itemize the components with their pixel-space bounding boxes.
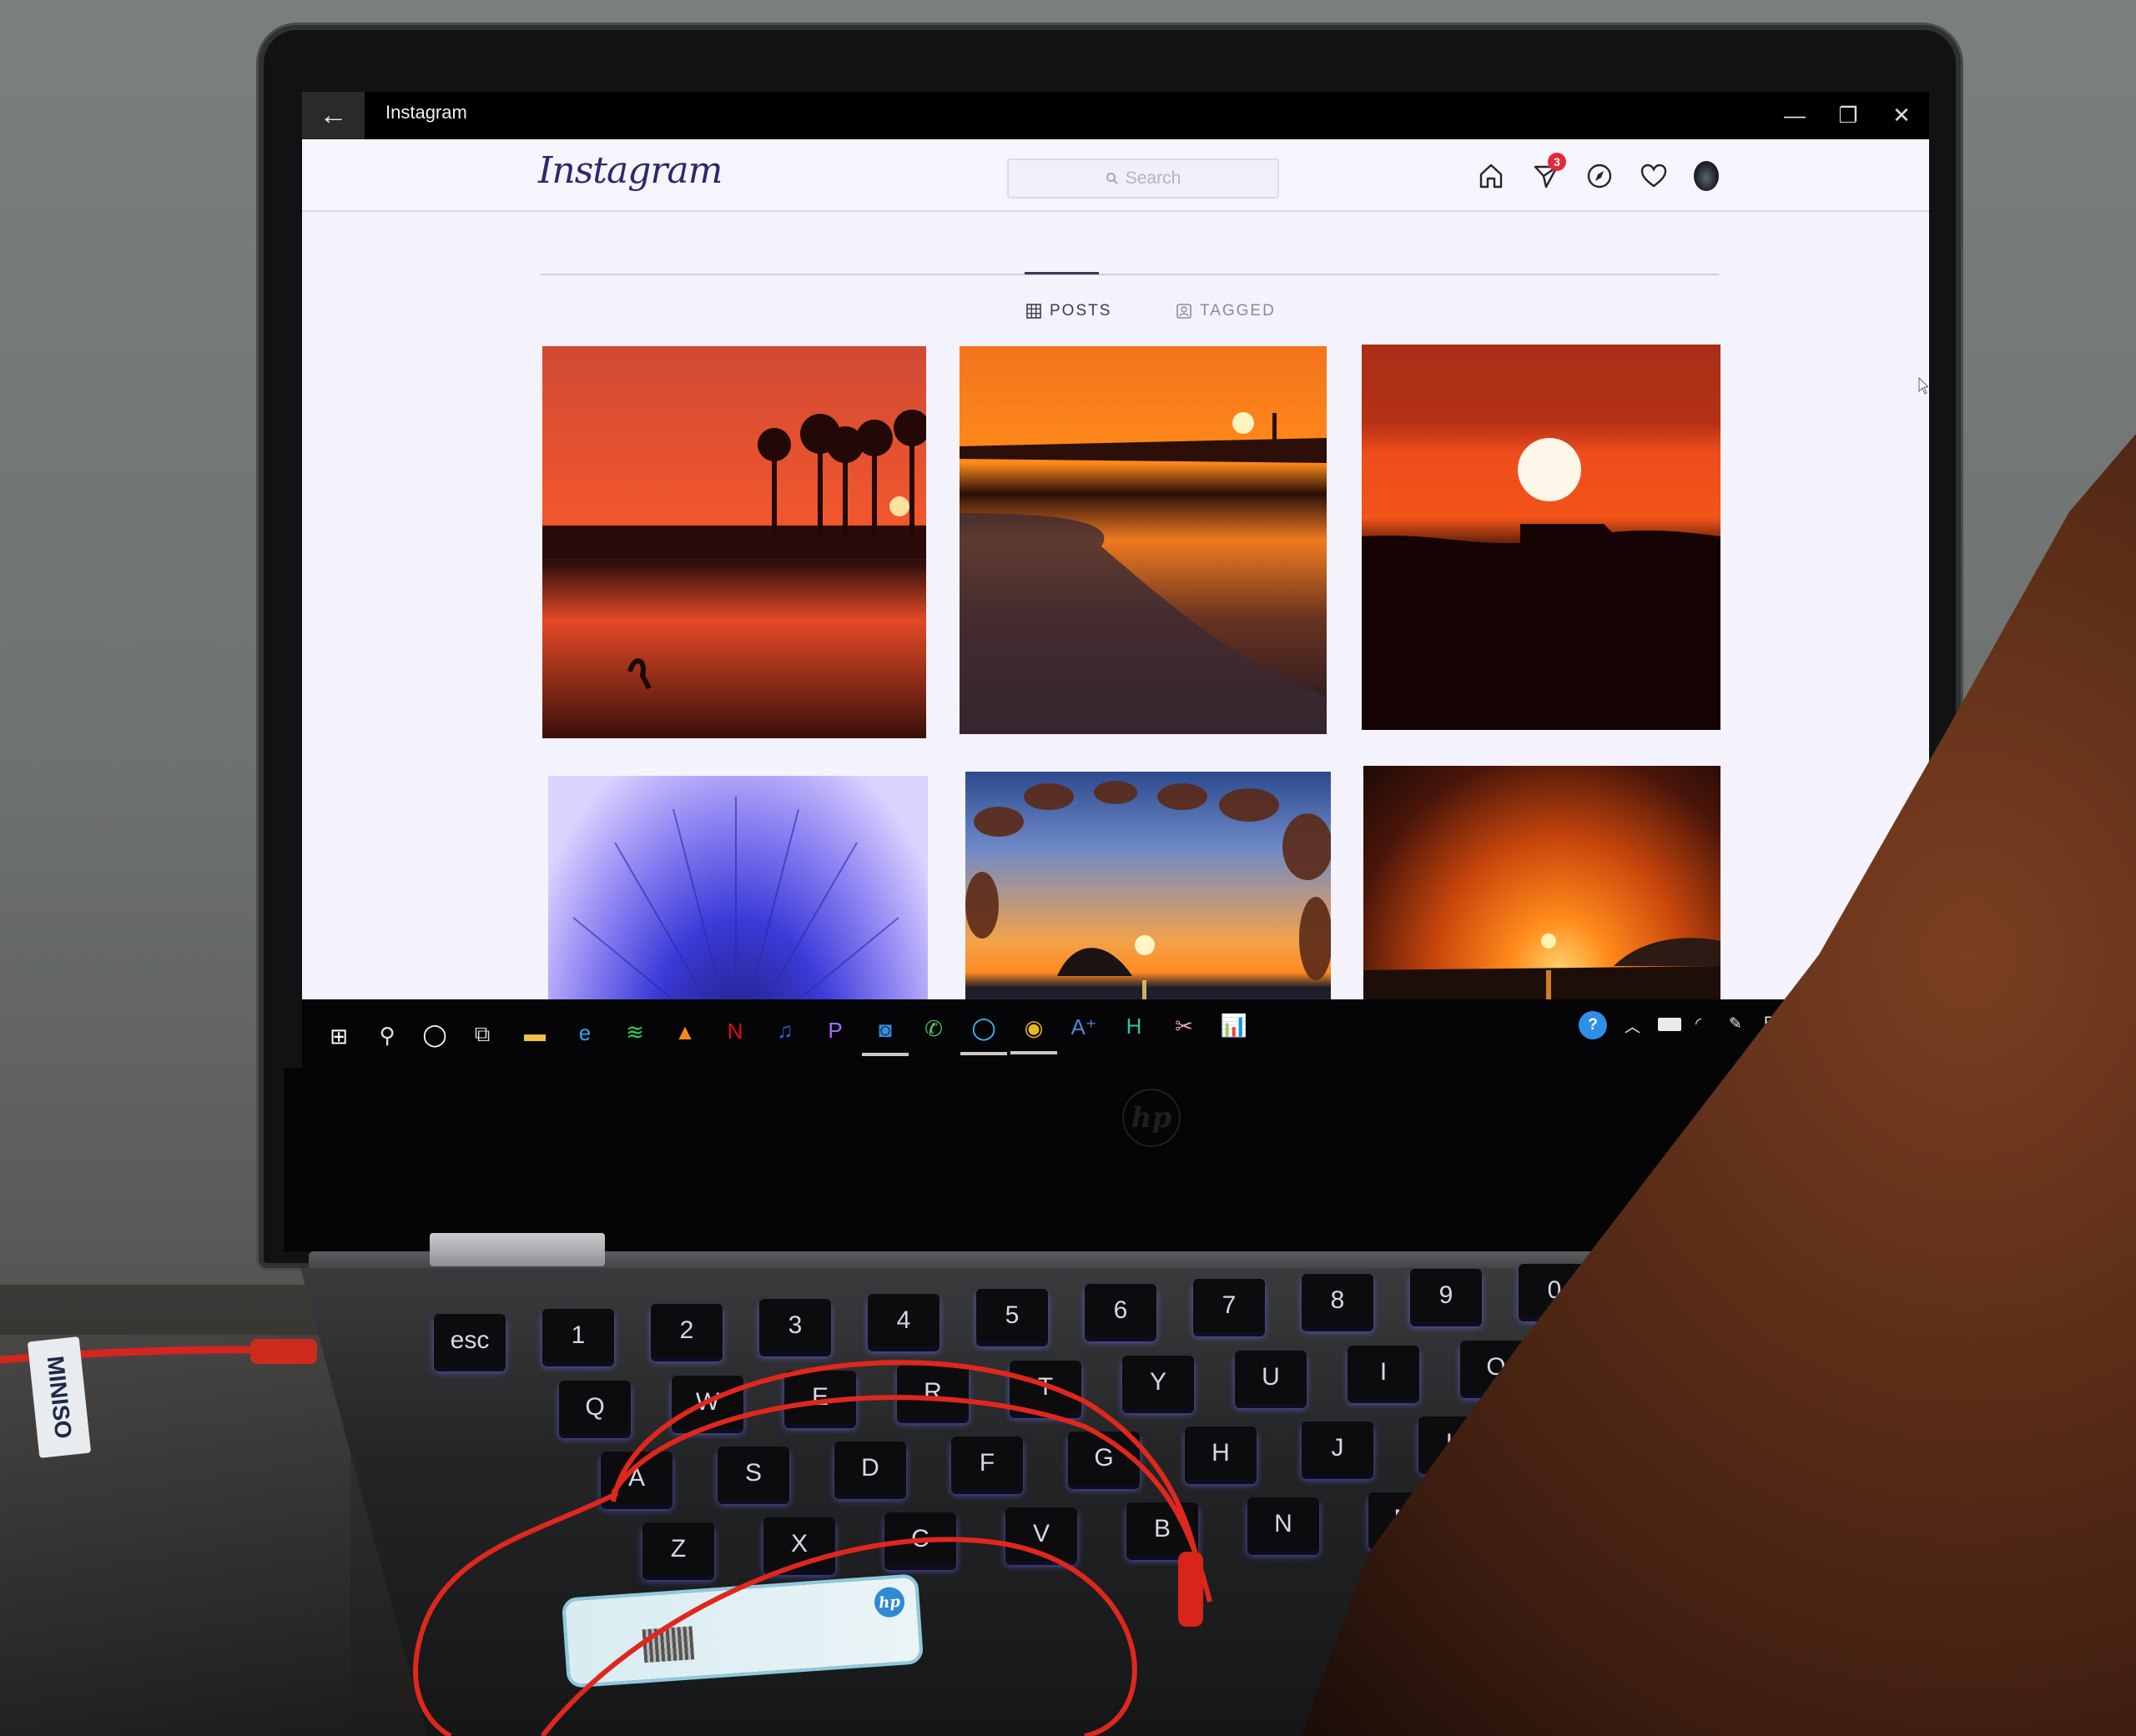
direct-messages-button[interactable]: 3 [1529, 153, 1566, 193]
search-input[interactable]: Search [1007, 159, 1279, 199]
taskbar-app-alexa[interactable]: ◯ [960, 1010, 1007, 1055]
taskbar-app-netflix[interactable]: N [717, 1013, 753, 1049]
search-icon [1106, 173, 1118, 184]
notification-badge: 3 [1548, 153, 1566, 171]
explore-button[interactable] [1583, 159, 1616, 193]
window-title: Instagram [385, 102, 467, 123]
snip-sketch-icon: ✂ [1175, 1013, 1193, 1039]
mouse-cursor-icon [1918, 377, 1928, 395]
post-thumbnail[interactable] [960, 346, 1327, 734]
netflix-icon: N [727, 1018, 743, 1044]
windows-icon: ⊞ [330, 1023, 348, 1049]
taskbar-app-hotspot-shield[interactable]: H [1116, 1009, 1152, 1045]
tab-tagged-label: TAGGED [1200, 302, 1276, 320]
taskbar-app-vlc[interactable]: ▲ [667, 1014, 703, 1050]
laptop-screen: ← Instagram — ❐ ✕ Instagram Search 3 POS… [302, 92, 1929, 1068]
taskbar-app-snip-sketch[interactable]: ✂ [1166, 1008, 1202, 1044]
chrome-icon: ◉ [1024, 1014, 1044, 1040]
tag-person-icon [1176, 304, 1191, 319]
active-app-indicator [862, 1053, 909, 1057]
back-button[interactable]: ← [302, 92, 365, 139]
post-thumbnail[interactable] [542, 346, 926, 738]
tab-posts[interactable]: POSTS [1026, 302, 1111, 320]
active-app-indicator [1010, 1051, 1057, 1055]
active-tab-indicator [1025, 272, 1099, 274]
close-button[interactable]: ✕ [1874, 92, 1929, 139]
cable-remote [1178, 1552, 1203, 1627]
taskbar-app-picsart[interactable]: P [817, 1012, 854, 1049]
red-earphone-cable [0, 1339, 1212, 1736]
whatsapp-icon: ✆ [924, 1016, 943, 1042]
post-image-sun-hills [1362, 438, 1720, 730]
taskbar-app-cortana[interactable]: ◯ [416, 1017, 453, 1054]
minimize-button[interactable]: — [1767, 92, 1822, 139]
post-thumbnail[interactable] [1362, 345, 1720, 730]
taskbar-app-task-view[interactable]: ⧉ [464, 1016, 501, 1053]
taskbar-app-instagram[interactable]: ◙ [862, 1011, 909, 1057]
pen-icon[interactable]: ✎ [1729, 1014, 1742, 1034]
instagram-logo[interactable]: Instagram [538, 149, 723, 192]
audio-jack [250, 1339, 317, 1364]
tabs-divider [541, 274, 1719, 275]
window-title-bar: ← Instagram — ❐ ✕ [302, 92, 1929, 139]
tab-posts-label: POSTS [1050, 302, 1112, 320]
keyboard-key: 9 [1410, 1269, 1482, 1322]
chart-icon: 📊 [1220, 1012, 1248, 1038]
taskbar-app-search[interactable]: ⚲ [369, 1017, 406, 1054]
grid-icon [1026, 304, 1041, 319]
cable-strand [540, 1537, 1137, 1736]
taskbar-app-amazon-music[interactable]: ♫ [767, 1013, 804, 1049]
windows-taskbar: ⊞⚲◯⧉▬e≋▲N♫P◙✆◯◉A⁺H✂📊 ? ︿ ◜ ✎ ENG 20:59 [302, 999, 1929, 1068]
taskbar-app-power-bi[interactable]: 📊 [1216, 1007, 1252, 1044]
taskbar-app-start[interactable]: ⊞ [320, 1018, 357, 1054]
instagram-header: Instagram Search 3 [302, 139, 1929, 212]
home-button[interactable] [1474, 159, 1508, 193]
taskbar-app-spotify[interactable]: ≋ [617, 1014, 653, 1051]
avatar [1694, 161, 1719, 191]
taskbar-app-file-explorer[interactable]: ▬ [516, 1015, 553, 1052]
task-view-icon: ⧉ [474, 1020, 491, 1046]
heart-icon [1640, 164, 1667, 188]
battery-icon[interactable] [1658, 1018, 1681, 1031]
vlc-cone-icon: ▲ [674, 1019, 696, 1044]
alexa-icon: ◯ [971, 1015, 996, 1041]
post-image-palms [542, 410, 926, 690]
taskbar-app-edge[interactable]: e [567, 1015, 603, 1052]
chevron-up-icon[interactable]: ︿ [1625, 1014, 1640, 1037]
cable-tag-text: MINISO [42, 1354, 78, 1441]
activity-button[interactable] [1637, 159, 1670, 193]
a-plus-icon: A⁺ [1071, 1014, 1097, 1039]
search-placeholder: Search [1125, 169, 1181, 188]
hotspot-icon: H [1126, 1014, 1142, 1039]
search-icon: ⚲ [379, 1022, 395, 1048]
taskbar-apps: ⊞ ⚲ ◯ ⧉ ▬ e ≋ ▲ N ♫ P ◙ ✆ ◯ ◉ A⁺ H ✂ 📊 [320, 999, 1572, 1068]
amazon-music-icon: ♫ [777, 1018, 793, 1044]
spotify-icon: ≋ [626, 1019, 644, 1045]
restore-button[interactable]: ❐ [1821, 92, 1876, 139]
hp-logo: hp [1122, 1089, 1181, 1147]
taskbar-app-chrome[interactable]: ◉ [1010, 1009, 1057, 1055]
tab-tagged[interactable]: TAGGED [1176, 302, 1276, 320]
folder-icon: ▬ [524, 1020, 546, 1046]
picsart-icon: P [828, 1017, 843, 1043]
keyboard-key: I [1348, 1346, 1419, 1399]
taskbar-app-spelling-app[interactable]: A⁺ [1065, 1009, 1102, 1046]
hinge-cap [430, 1233, 605, 1266]
home-icon [1479, 164, 1503, 189]
edge-icon: e [578, 1020, 592, 1045]
cortana-ring-icon: ◯ [422, 1022, 447, 1048]
taskbar-app-whatsapp[interactable]: ✆ [915, 1011, 952, 1048]
cable-strand [413, 1491, 619, 1736]
help-icon[interactable]: ? [1579, 1011, 1607, 1039]
instagram-icon: ◙ [879, 1016, 892, 1042]
wifi-icon[interactable]: ◜ [1695, 1014, 1701, 1034]
compass-icon [1587, 164, 1612, 189]
post-image-beach [960, 412, 1327, 734]
active-app-indicator [960, 1051, 1007, 1055]
profile-button[interactable] [1690, 159, 1723, 193]
arrow-left-icon: ← [319, 99, 348, 131]
